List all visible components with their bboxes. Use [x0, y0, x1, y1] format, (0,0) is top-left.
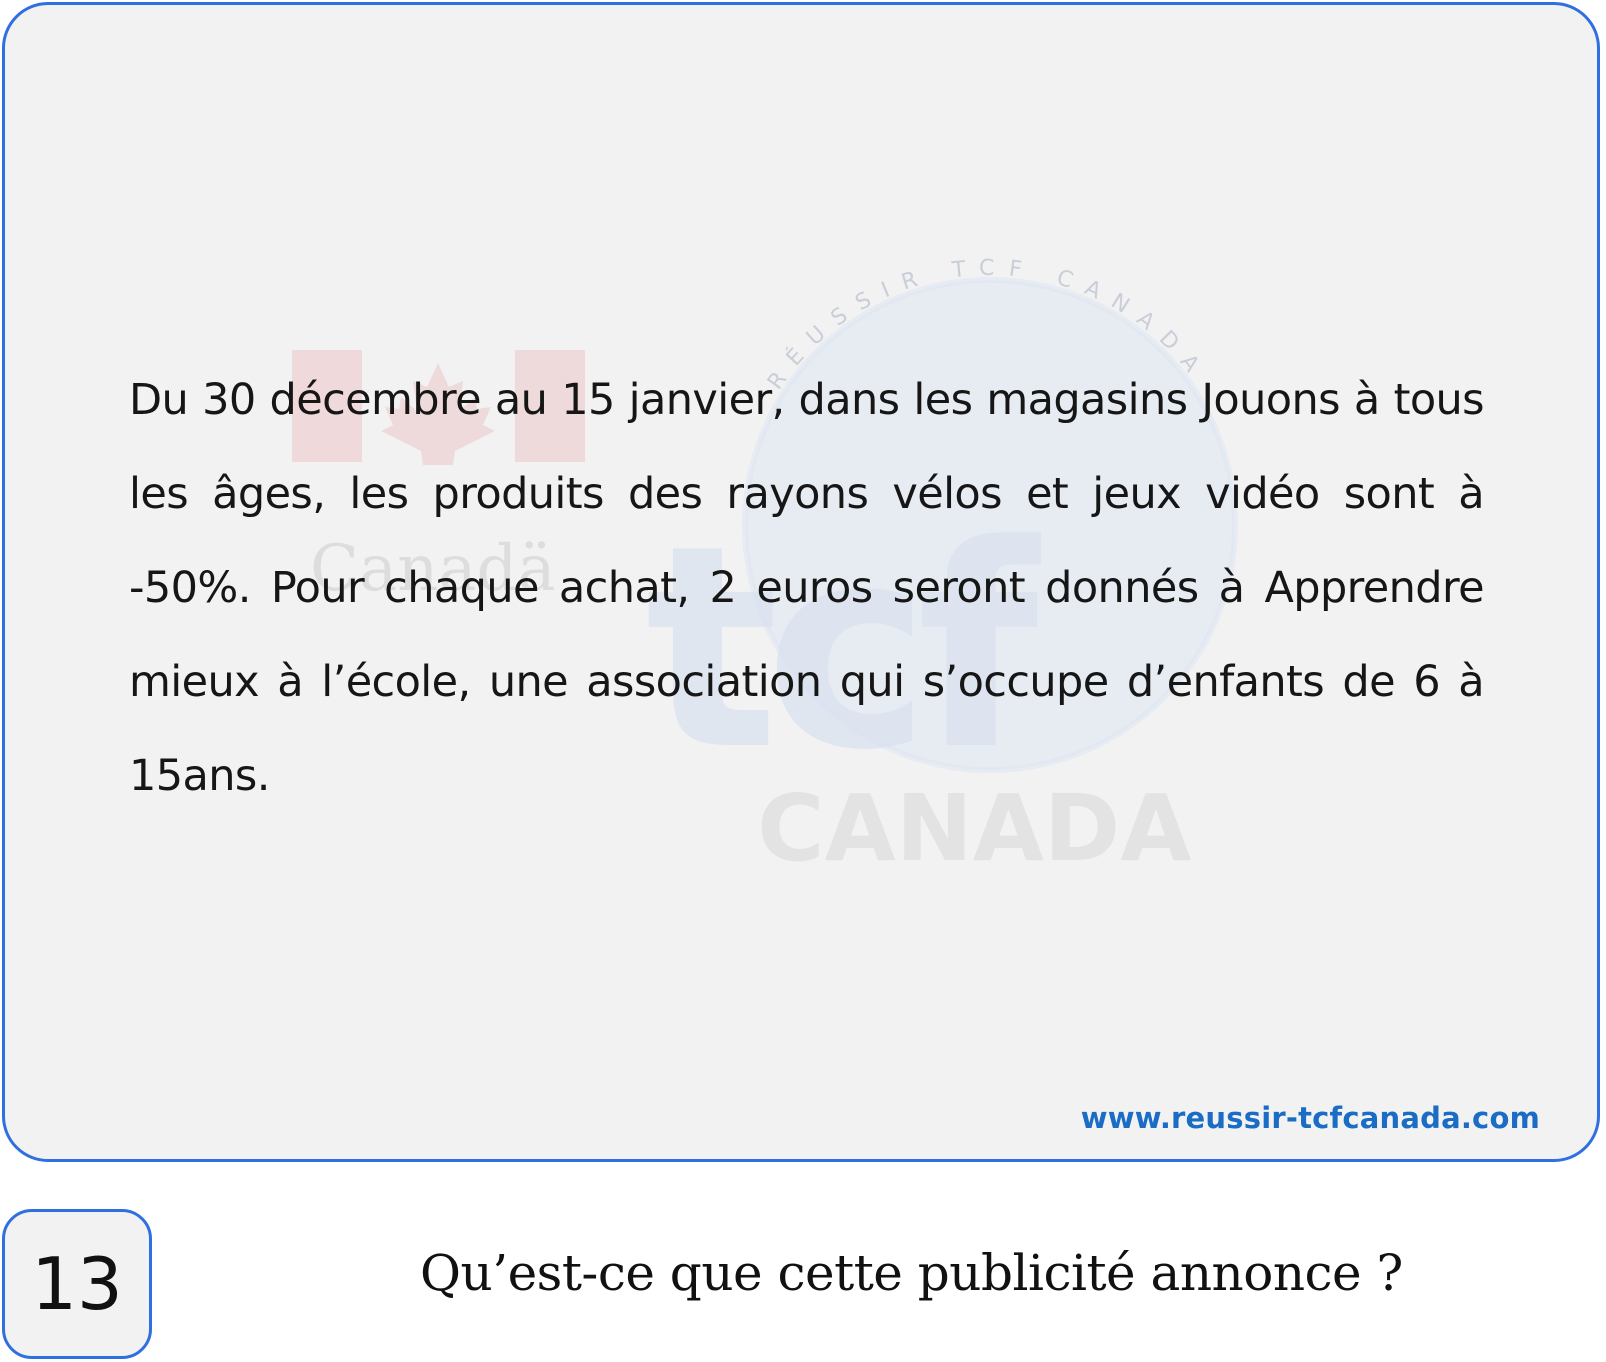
reading-card: RÉUSSIR TCF CANADA tcf CANADA Canadä Du …: [2, 2, 1600, 1162]
advertisement-passage: Du 30 décembre au 15 janvier, dans les m…: [129, 375, 1485, 801]
question-number-badge: 13: [2, 1209, 152, 1359]
question-number: 13: [31, 1242, 123, 1326]
question-text: Qu’est-ce que cette publicité annonce ?: [420, 1244, 1403, 1302]
website-url: www.reussir-tcfcanada.com: [1080, 1101, 1540, 1135]
